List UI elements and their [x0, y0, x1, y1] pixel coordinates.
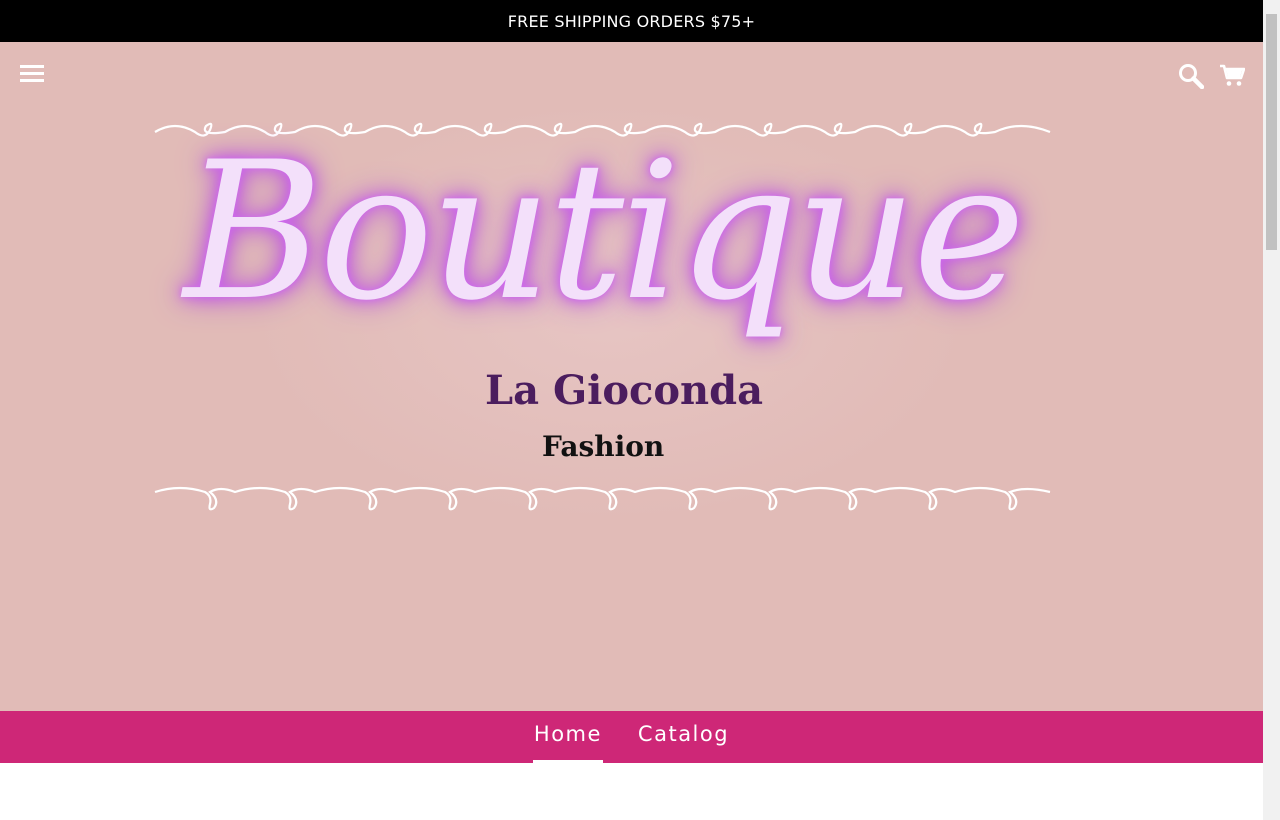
bottom-flourish-divider: [154, 486, 1051, 511]
page: FREE SHIPPING ORDERS $75+ Boutique La Gi…: [0, 0, 1263, 820]
announcement-bar: FREE SHIPPING ORDERS $75+: [0, 0, 1263, 42]
store-logo[interactable]: Boutique La Gioconda Fashion: [150, 112, 1055, 522]
cart-button[interactable]: [1214, 58, 1250, 94]
logo-script-text: Boutique: [183, 121, 1026, 342]
main-navigation: Home Catalog: [0, 711, 1263, 763]
nav-link-home[interactable]: Home: [532, 711, 603, 763]
search-icon: [1179, 64, 1204, 89]
announcement-text: FREE SHIPPING ORDERS $75+: [507, 11, 756, 31]
nav-link-catalog[interactable]: Catalog: [637, 711, 730, 763]
page-scrollbar[interactable]: [1263, 0, 1280, 820]
hero-banner: Boutique La Gioconda Fashion: [0, 42, 1263, 711]
logo-subtitle: Fashion: [542, 430, 665, 463]
hamburger-menu-icon: [20, 65, 44, 82]
search-button[interactable]: [1172, 58, 1210, 94]
cart-icon: [1220, 64, 1245, 86]
menu-button[interactable]: [14, 58, 50, 90]
logo-brand-name: La Gioconda: [485, 367, 764, 414]
scrollbar-thumb[interactable]: [1266, 14, 1277, 250]
